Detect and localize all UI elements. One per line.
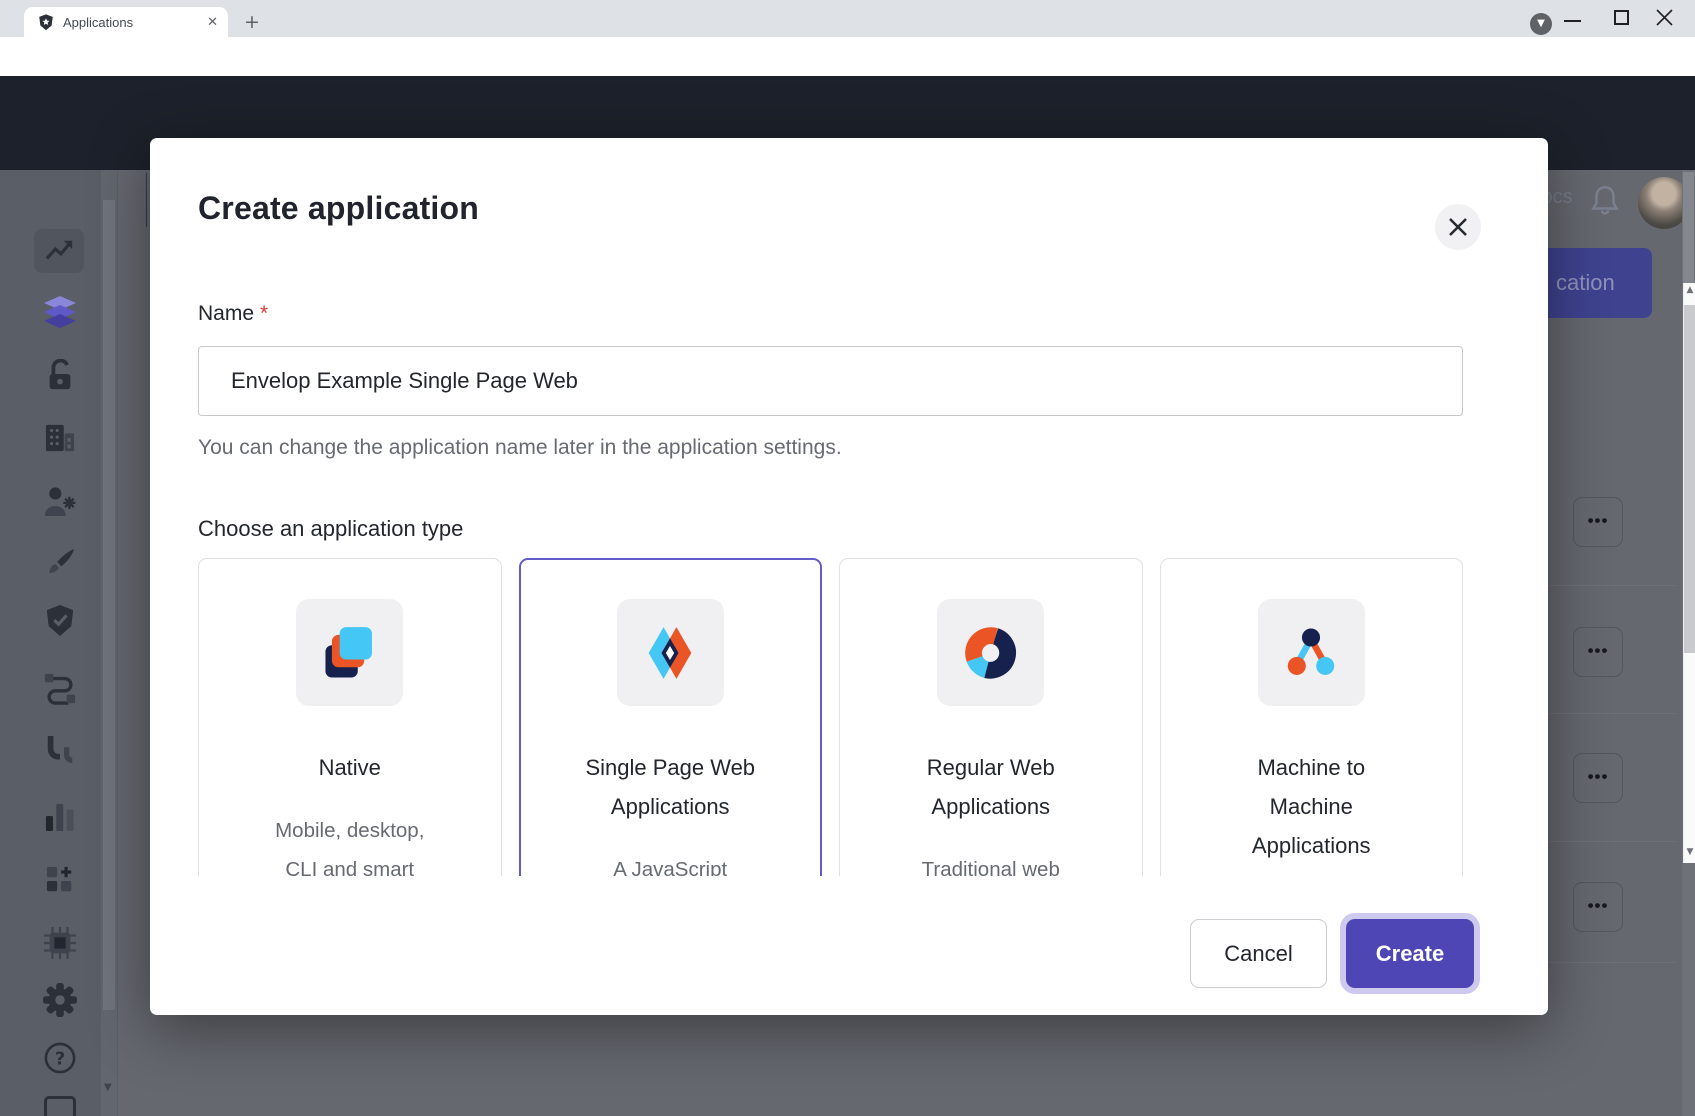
sidebar-item-settings[interactable] [40, 980, 80, 1020]
modal-title: Create application [198, 190, 479, 227]
m2m-icon-tile [1258, 599, 1365, 706]
native-icon-tile [296, 599, 403, 706]
sidebar-item-auth-pipeline[interactable] [40, 731, 80, 771]
row-more-actions-button[interactable]: ••• [1573, 882, 1623, 932]
sidebar-item-actions[interactable] [40, 668, 80, 708]
modal-scrollbar-thumb[interactable] [1684, 305, 1695, 653]
card-description: A JavaScript [521, 850, 821, 876]
row-more-actions-button[interactable]: ••• [1573, 753, 1623, 803]
tab-close-icon[interactable]: ✕ [207, 15, 218, 30]
card-native[interactable]: Native Mobile, desktop, CLI and smart [198, 558, 502, 876]
notifications-bell-icon[interactable] [1588, 182, 1622, 223]
create-application-modal: Create application Name * You can change … [150, 138, 1548, 1015]
chip-icon [44, 927, 76, 959]
card-title: Regular Web Applications [840, 748, 1142, 826]
sidebar-item-applications[interactable] [40, 293, 80, 333]
name-field-label: Name * [198, 302, 1462, 326]
building-icon [44, 423, 76, 453]
sidebar-item-help[interactable]: ? [40, 1038, 80, 1078]
modal-scroll-area: Name * You can change the application nam… [150, 278, 1548, 876]
modal-scroll-down-icon[interactable]: ▼ [1684, 847, 1695, 857]
activity-chart-icon [43, 236, 77, 266]
modal-close-button[interactable] [1435, 204, 1481, 250]
sidebar-item-user-management[interactable] [40, 481, 80, 521]
application-type-cards: Native Mobile, desktop, CLI and smart Si… [198, 558, 1463, 876]
regular-web-icon [960, 622, 1022, 684]
row-more-actions-button[interactable]: ••• [1573, 497, 1623, 547]
name-help-text: You can change the application name late… [198, 436, 1462, 460]
spa-icon-tile [617, 599, 724, 706]
header-divider [146, 173, 147, 227]
browser-tab[interactable]: Applications ✕ [24, 7, 228, 37]
name-label: Name [198, 302, 254, 325]
help-question-icon: ? [44, 1042, 76, 1074]
window-maximize-button[interactable] [1614, 10, 1629, 25]
shield-check-icon [44, 604, 76, 638]
application-name-input[interactable] [198, 346, 1463, 416]
auth0-favicon-icon [38, 14, 54, 31]
paintbrush-icon [44, 547, 76, 579]
card-single-page-web[interactable]: Single Page Web Applications A JavaScrip… [519, 558, 823, 876]
row-more-actions-button[interactable]: ••• [1573, 627, 1623, 677]
marketplace-plus-icon [45, 865, 75, 895]
chrome-update-icon[interactable]: ▼ [1530, 13, 1552, 35]
new-tab-button[interactable]: + [242, 12, 262, 32]
card-machine-to-machine[interactable]: Machine to Machine Applications [1160, 558, 1464, 876]
applications-layers-icon [42, 296, 78, 330]
browser-tab-strip: Applications ✕ + ▼ [0, 0, 1695, 37]
regular-web-icon-tile [937, 599, 1044, 706]
actions-flow-icon [43, 671, 77, 705]
card-regular-web[interactable]: Regular Web Applications Traditional web [839, 558, 1143, 876]
bar-chart-icon [45, 800, 75, 832]
card-title: Machine to Machine Applications [1161, 748, 1463, 865]
tab-title: Applications [63, 15, 207, 30]
pipeline-icon [44, 734, 76, 768]
unlock-icon [43, 359, 77, 391]
card-title: Native [199, 748, 501, 787]
machine-to-machine-icon [1280, 622, 1342, 684]
browser-toolbar: ← → ↻ manage.auth0.com/dashboard/eu/drea… [0, 37, 1695, 76]
cancel-button[interactable]: Cancel [1190, 919, 1327, 988]
sidebar-item-get-started[interactable] [44, 1096, 76, 1116]
close-icon [1448, 217, 1468, 237]
card-description: Traditional web [840, 850, 1142, 876]
card-description: Mobile, desktop, CLI and smart [199, 811, 501, 876]
sidebar-item-monitoring[interactable] [40, 796, 80, 836]
window-close-button[interactable] [1656, 9, 1673, 26]
sidebar-scroll-down-icon[interactable]: ▼ [104, 1082, 112, 1093]
sidebar-item-organizations[interactable] [40, 418, 80, 458]
gear-icon [42, 982, 78, 1018]
sidebar-item-security[interactable] [40, 601, 80, 641]
sidebar-item-extensions[interactable] [40, 923, 80, 963]
application-type-label: Choose an application type [198, 516, 1462, 542]
create-button[interactable]: Create [1346, 919, 1474, 988]
modal-scroll-up-icon[interactable]: ▲ [1684, 285, 1695, 295]
sidebar-scrollbar-thumb[interactable] [103, 200, 115, 1010]
sidebar-item-marketplace[interactable] [40, 860, 80, 900]
sidebar-item-activity[interactable] [40, 231, 80, 271]
card-title: Single Page Web Applications [521, 748, 821, 826]
native-icon [319, 622, 381, 684]
sidebar-item-branding[interactable] [40, 543, 80, 583]
user-gear-icon [43, 486, 77, 516]
svg-text:?: ? [55, 1049, 65, 1070]
required-asterisk: * [260, 302, 268, 325]
single-page-app-icon [639, 622, 701, 684]
sidebar-item-authentication[interactable] [40, 355, 80, 395]
window-minimize-button[interactable] [1564, 20, 1581, 22]
